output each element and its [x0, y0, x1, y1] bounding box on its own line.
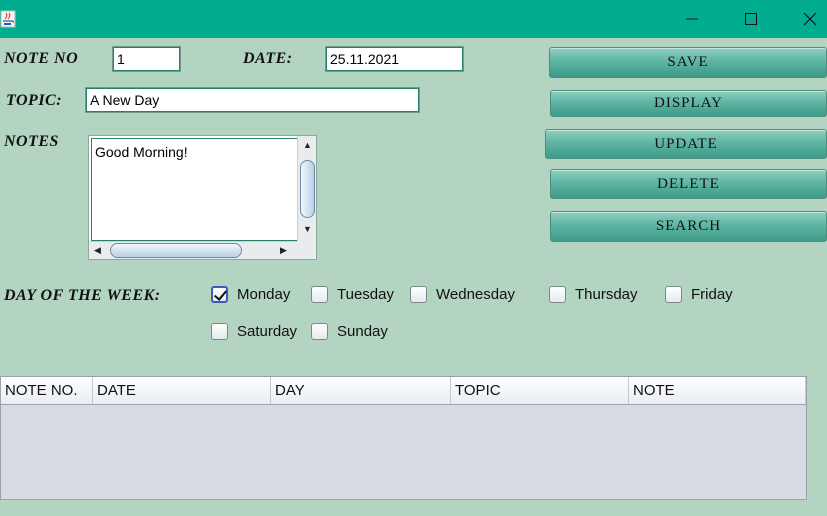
checkbox-label: Tuesday	[337, 286, 394, 303]
checkbox-thursday[interactable]: Thursday	[549, 286, 638, 303]
checkbox-label: Sunday	[337, 323, 388, 340]
checkbox-box[interactable]	[311, 323, 328, 340]
checkbox-label: Saturday	[237, 323, 298, 340]
checkbox-label: Thursday	[575, 286, 638, 303]
scroll-right-icon[interactable]: ▶	[280, 246, 287, 255]
note-no-label: NOTE NO	[4, 50, 79, 67]
date-label: DATE:	[243, 50, 293, 67]
checkbox-sunday[interactable]: Sunday	[311, 323, 388, 340]
notes-horizontal-scrollbar[interactable]: ◀ ▶	[89, 241, 298, 259]
horizontal-scroll-thumb[interactable]	[110, 243, 242, 258]
column-header-note[interactable]: NOTE	[629, 377, 806, 404]
delete-button[interactable]: DELETE	[550, 169, 827, 199]
maximize-button[interactable]	[731, 4, 771, 34]
scroll-up-icon[interactable]: ▲	[303, 141, 312, 150]
java-app-icon	[0, 10, 16, 28]
column-header-note-no[interactable]: NOTE NO.	[1, 377, 93, 404]
checkbox-monday[interactable]: Monday	[211, 286, 290, 303]
scroll-left-icon[interactable]: ◀	[94, 246, 101, 255]
checkbox-label: Friday	[691, 286, 733, 303]
topic-field[interactable]: A New Day	[85, 87, 420, 113]
minimize-icon	[686, 18, 698, 20]
checkbox-box[interactable]	[410, 286, 427, 303]
day-of-week-label: DAY OF THE WEEK:	[4, 287, 161, 304]
notes-textarea[interactable]: Good Morning!	[91, 138, 298, 241]
checkbox-saturday[interactable]: Saturday	[211, 323, 297, 340]
scroll-down-icon[interactable]: ▼	[303, 225, 312, 234]
checkbox-friday[interactable]: Friday	[665, 286, 733, 303]
table-header: NOTE NO. DATE DAY TOPIC NOTE	[1, 377, 806, 405]
checkbox-tuesday[interactable]: Tuesday	[311, 286, 394, 303]
checkbox-label: Wednesday	[436, 286, 515, 303]
vertical-scroll-thumb[interactable]	[300, 160, 315, 218]
update-button[interactable]: UPDATE	[545, 129, 827, 159]
column-header-day[interactable]: DAY	[271, 377, 451, 404]
checkbox-box[interactable]	[211, 323, 228, 340]
notes-table[interactable]: NOTE NO. DATE DAY TOPIC NOTE	[0, 376, 807, 500]
checkbox-box[interactable]	[311, 286, 328, 303]
close-button[interactable]	[790, 4, 827, 34]
minimize-button[interactable]	[672, 4, 712, 34]
display-button[interactable]: DISPLAY	[550, 90, 827, 117]
save-button[interactable]: SAVE	[549, 47, 827, 78]
scroll-corner	[297, 241, 316, 259]
column-header-topic[interactable]: TOPIC	[451, 377, 629, 404]
checkbox-label: Monday	[237, 286, 291, 303]
checkbox-checked-icon[interactable]	[211, 286, 228, 303]
checkbox-wednesday[interactable]: Wednesday	[410, 286, 515, 303]
search-button[interactable]: SEARCH	[550, 211, 827, 242]
checkbox-box[interactable]	[665, 286, 682, 303]
topic-label: TOPIC:	[6, 92, 63, 109]
maximize-icon	[745, 13, 757, 25]
title-bar	[0, 0, 827, 38]
date-field[interactable]: 25.11.2021	[325, 46, 464, 72]
column-header-date[interactable]: DATE	[93, 377, 271, 404]
note-no-field[interactable]: 1	[112, 46, 181, 72]
notes-scroll-pane: Good Morning! ▲ ▼ ◀ ▶	[88, 135, 317, 260]
checkbox-box[interactable]	[549, 286, 566, 303]
notes-vertical-scrollbar[interactable]: ▲ ▼	[297, 136, 316, 242]
close-icon	[803, 12, 817, 26]
notes-label: NOTES	[4, 133, 59, 150]
